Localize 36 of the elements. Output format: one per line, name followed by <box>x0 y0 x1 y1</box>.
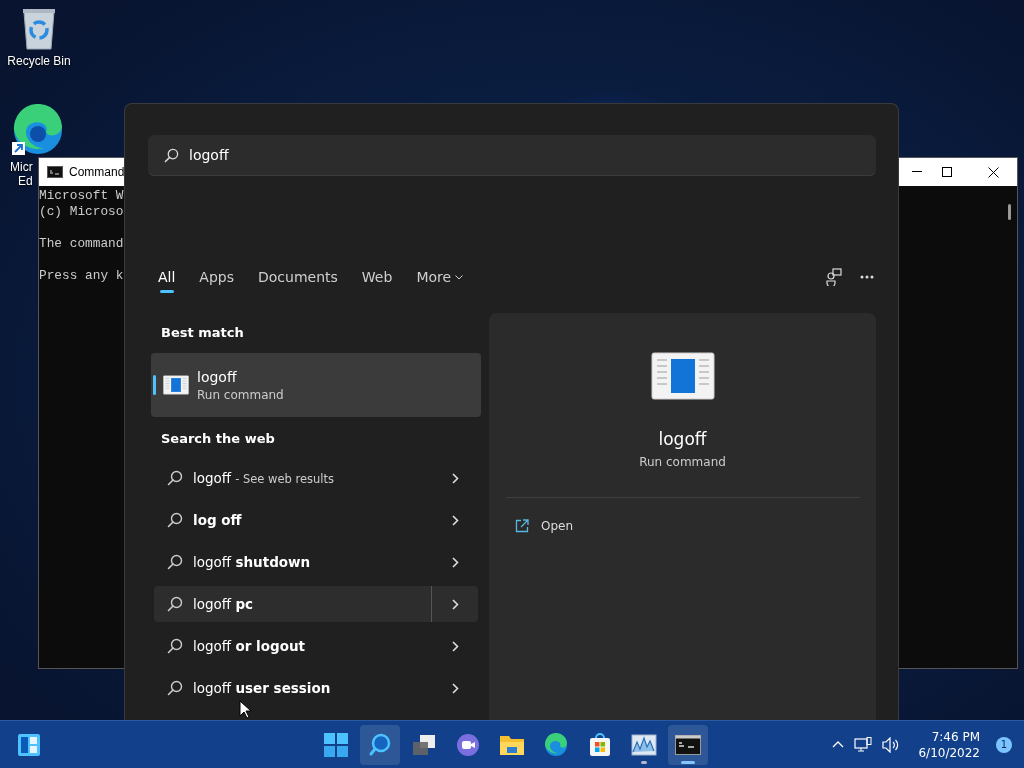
section-heading: Search the web <box>160 429 276 448</box>
console-text: Microsoft W <box>39 188 124 204</box>
console-text: Press any k <box>39 268 124 284</box>
result-title: logoff <box>197 368 238 385</box>
result-text: logoff shutdown <box>193 554 311 570</box>
web-result[interactable]: logoff user session <box>154 670 478 706</box>
filter-tab[interactable]: More <box>416 261 464 293</box>
result-text: logoff user session <box>193 680 331 696</box>
filter-tab[interactable]: Apps <box>199 261 234 293</box>
window-title: Command <box>69 165 125 179</box>
result-text: log off <box>193 512 242 528</box>
result-text: logoff pc <box>193 596 254 612</box>
filter-tab[interactable]: Documents <box>258 261 338 293</box>
notification-badge[interactable]: 1 <box>996 736 1012 753</box>
result-subtitle: Run command <box>197 387 284 402</box>
web-result[interactable]: logoff pc <box>154 586 478 622</box>
action-link[interactable]: Open <box>541 519 574 533</box>
web-result[interactable]: logoff or logout <box>154 628 478 664</box>
result-text: logoff <box>193 470 232 486</box>
section-heading: Best match <box>160 323 245 342</box>
web-result[interactable]: logoff - See web results <box>154 460 478 496</box>
web-result[interactable]: logoff shutdown <box>154 544 478 580</box>
result-text: logoff or logout <box>193 638 305 654</box>
web-result[interactable]: log off <box>154 502 478 538</box>
result-item[interactable]: logoff Run command <box>151 353 481 417</box>
desktop-icon-label[interactable]: Micr Ed <box>10 160 33 188</box>
console-text: (c) Microso <box>39 204 124 220</box>
preview-subtitle: Run command <box>639 455 726 469</box>
search-field[interactable]: logoff <box>148 135 876 176</box>
result-hint: - See web results <box>235 472 334 486</box>
preview-title: logoff <box>658 429 707 449</box>
desktop-icon-label[interactable]: Recycle Bin <box>7 54 71 68</box>
clock[interactable]: 7:46 PM 6/10/2022 <box>918 728 980 761</box>
console-text: The command <box>39 236 124 252</box>
filter-tab[interactable]: All <box>158 261 176 293</box>
filter-tab[interactable]: Web <box>361 261 393 293</box>
